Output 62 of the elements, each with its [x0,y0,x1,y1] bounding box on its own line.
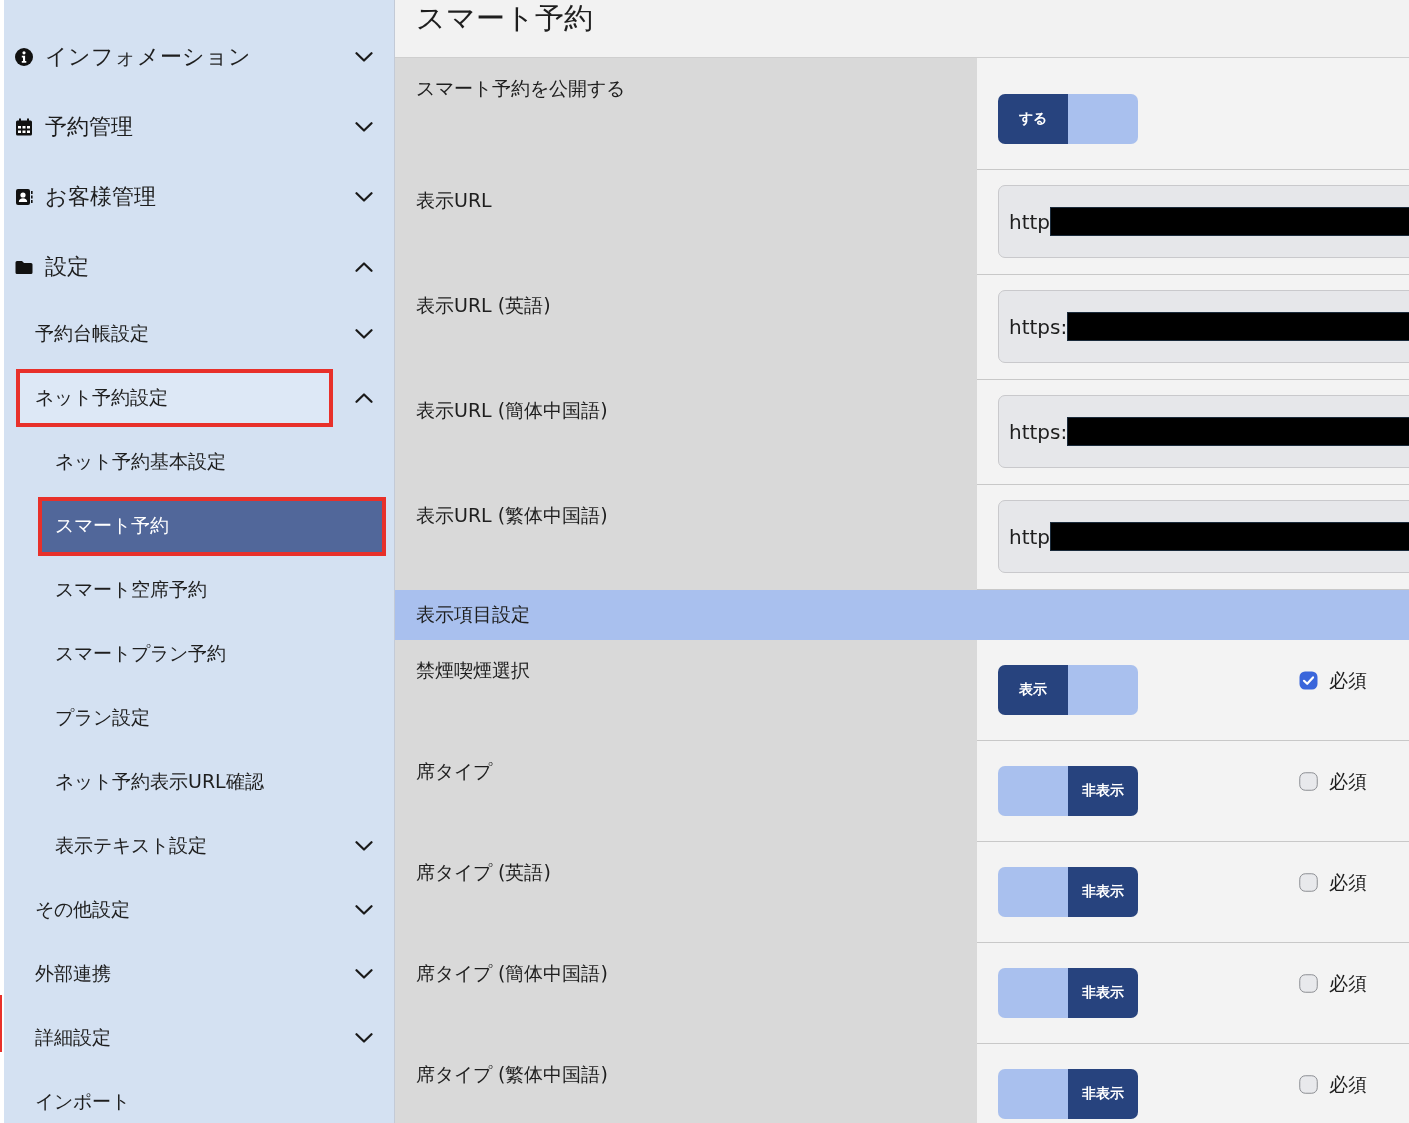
required-label: 必須 [1329,1073,1367,1095]
sidebar-item[interactable]: 予約管理 [15,112,133,142]
item-label: 席タイプ [416,760,492,782]
calendar-icon [15,118,33,136]
item-label: 席タイプ (英語) [416,861,551,883]
sidebar-item[interactable]: 設定 [15,252,89,282]
required-checkbox[interactable] [1299,872,1318,892]
setting-label: 表示URL (英語) [416,294,551,316]
toggle-switch[interactable]: 非表示 [998,867,1138,917]
toggle-switch[interactable]: 表示 [998,665,1138,715]
setting-label: 表示URL (簡体中国語) [416,399,608,421]
chevron-down-icon[interactable] [355,192,373,202]
chevron-down-icon[interactable] [355,969,373,979]
annotation-line [0,995,2,1052]
url-field[interactable]: http [998,185,1409,258]
url-field[interactable]: http [998,500,1409,573]
required-checkbox[interactable] [1299,973,1318,993]
required-checkbox[interactable] [1299,771,1318,791]
setting-label: 表示URL [416,189,492,211]
toggle-switch[interactable]: 非表示 [998,968,1138,1018]
sidebar-item[interactable]: スマート空席予約 [42,564,382,616]
sidebar-item[interactable]: 外部連携 [20,949,329,999]
section-title: 表示項目設定 [416,602,530,627]
required-label: 必須 [1329,871,1367,893]
item-label: 席タイプ (簡体中国語) [416,962,608,984]
chevron-down-icon[interactable] [355,841,373,851]
sidebar-item[interactable]: インポート [20,1077,329,1123]
setting-label: 表示URL (繁体中国語) [416,504,608,526]
sidebar-item[interactable]: 予約台帳設定 [20,309,329,359]
toggle-switch[interactable]: する [998,94,1138,144]
sidebar-item[interactable]: その他設定 [20,885,329,935]
chevron-up-icon[interactable] [355,262,373,272]
page-title: スマート予約 [416,0,593,36]
required-checkbox[interactable] [1299,1074,1318,1094]
sidebar-item[interactable]: お客様管理 [15,182,156,212]
url-field[interactable]: https: [998,395,1409,468]
sidebar-item[interactable]: インフォメーション [15,42,251,72]
chevron-down-icon[interactable] [355,122,373,132]
required-label: 必須 [1329,669,1367,691]
setting-label: スマート予約を公開する [416,77,625,99]
sidebar-item[interactable]: プラン設定 [42,692,382,744]
required-label: 必須 [1329,770,1367,792]
sidebar-item[interactable]: ネット予約基本設定 [42,436,382,488]
item-label: 禁煙喫煙選択 [416,659,530,681]
sidebar-item[interactable]: ネット予約表示URL確認 [42,756,382,808]
url-field[interactable]: https: [998,290,1409,363]
item-label: 席タイプ (繁体中国語) [416,1063,608,1085]
chevron-down-icon[interactable] [355,905,373,915]
contact-card-icon [15,188,33,206]
folder-icon [15,258,33,276]
chevron-down-icon[interactable] [355,1033,373,1043]
toggle-switch[interactable]: 非表示 [998,766,1138,816]
sidebar-item[interactable]: 表示テキスト設定 [42,820,382,872]
sidebar-item[interactable]: 詳細設定 [20,1013,329,1063]
sidebar-item[interactable]: スマートプラン予約 [42,628,382,680]
chevron-down-icon[interactable] [355,52,373,62]
chevron-up-icon[interactable] [355,393,373,403]
required-checkbox[interactable] [1299,670,1318,690]
required-label: 必須 [1329,972,1367,994]
chevron-down-icon[interactable] [355,329,373,339]
toggle-switch[interactable]: 非表示 [998,1069,1138,1119]
info-icon [15,48,33,66]
